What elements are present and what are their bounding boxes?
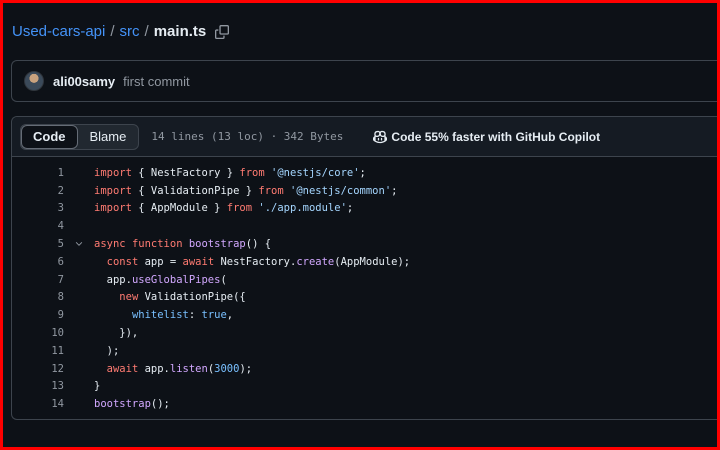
code-line: 4 [12, 217, 720, 235]
latest-commit-bar: ali00samy first commit [11, 60, 720, 102]
breadcrumb-file-name: main.ts [153, 23, 207, 40]
code-line-text: const app = await NestFactory.create(App… [106, 255, 411, 268]
copy-icon [215, 25, 230, 39]
breadcrumb-dir-link[interactable]: src [120, 22, 140, 42]
file-viewer: Code Blame 14 lines (13 loc) · 342 Bytes… [11, 116, 720, 420]
code-line: 6 const app = await NestFactory.create(A… [12, 253, 720, 271]
chevron-down-icon [75, 242, 83, 246]
code-line: 13} [12, 378, 720, 396]
breadcrumb-separator: / [110, 23, 115, 40]
code-line: 8 new ValidationPipe({ [12, 289, 720, 307]
code-line-text: import { ValidationPipe } from '@nestjs/… [94, 184, 398, 197]
code-line-text: ); [94, 344, 120, 357]
tab-code[interactable]: Code [21, 124, 78, 149]
file-info: 14 lines (13 loc) · 342 Bytes [151, 130, 344, 143]
code-line-text: async function bootstrap() { [94, 238, 272, 251]
code-line-text: } [94, 380, 101, 393]
line-number[interactable]: 8 [12, 291, 64, 303]
code-line-text: import { NestFactory } from '@nestjs/cor… [94, 166, 366, 179]
line-number[interactable]: 11 [12, 345, 64, 357]
code-line-text: import { AppModule } from './app.module'… [94, 202, 354, 215]
line-number[interactable]: 1 [12, 167, 64, 179]
code-line: 10 }), [12, 324, 720, 342]
tab-blame[interactable]: Blame [78, 125, 139, 149]
code-line-text: await app.listen(3000); [106, 362, 253, 375]
line-number[interactable]: 9 [12, 309, 64, 321]
commit-author-link[interactable]: ali00samy [53, 74, 115, 89]
code-line: 9 whitelist: true, [12, 306, 720, 324]
copilot-promo-text: Code 55% faster with GitHub Copilot [391, 129, 601, 144]
line-number[interactable]: 14 [12, 398, 64, 410]
code-line: 11 ); [12, 342, 720, 360]
code-line-text: whitelist: true, [131, 309, 234, 322]
code-line: 7 app.useGlobalPipes( [12, 271, 720, 289]
code-line: 2 import { ValidationPipe } from '@nestjs… [12, 182, 720, 200]
copilot-icon [373, 130, 388, 143]
code-view[interactable]: 1 import { NestFactory } from '@nestjs/co… [12, 157, 720, 413]
line-number[interactable]: 12 [12, 363, 64, 375]
line-number[interactable]: 5 [12, 238, 64, 250]
line-number[interactable]: 10 [12, 327, 64, 339]
code-line: 5 async function bootstrap() { [12, 235, 720, 253]
line-number[interactable]: 7 [12, 274, 64, 286]
fold-toggle[interactable] [64, 239, 94, 249]
code-line: 1 import { NestFactory } from '@nestjs/co… [12, 164, 720, 182]
code-line: 3 import { AppModule } from './app.module… [12, 200, 720, 218]
line-number[interactable]: 2 [12, 185, 64, 197]
file-header: Code Blame 14 lines (13 loc) · 342 Bytes… [12, 117, 720, 157]
copy-path-button[interactable] [213, 23, 231, 41]
code-line-text: bootstrap(); [94, 398, 170, 411]
breadcrumb-repo-link[interactable]: Used-cars-api [12, 22, 105, 42]
line-number[interactable]: 6 [12, 256, 64, 268]
code-line: 14 bootstrap(); [12, 395, 720, 413]
avatar[interactable] [24, 71, 44, 91]
code-line-text: }), [94, 327, 139, 340]
line-number[interactable]: 4 [12, 220, 64, 232]
line-number[interactable]: 3 [12, 202, 64, 214]
code-line-text: app.useGlobalPipes( [94, 273, 227, 286]
code-blame-toggle: Code Blame [20, 123, 140, 150]
code-line: 12 await app.listen(3000); [12, 360, 720, 378]
commit-message-link[interactable]: first commit [123, 74, 189, 89]
breadcrumb-separator: / [144, 23, 149, 40]
line-number[interactable]: 13 [12, 380, 64, 392]
copilot-promo-link[interactable]: Code 55% faster with GitHub Copilot [373, 130, 600, 144]
breadcrumb: Used-cars-api / src / main.ts [12, 22, 231, 42]
code-line-text: new ValidationPipe({ [119, 291, 246, 304]
